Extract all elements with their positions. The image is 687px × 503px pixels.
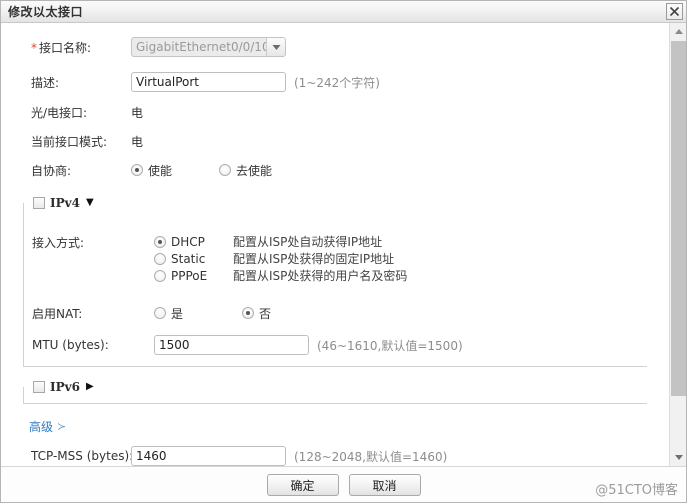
close-button[interactable]	[666, 3, 683, 20]
ipv4-section-title: IPv4	[50, 196, 80, 210]
tcp-mss-input[interactable]	[131, 446, 286, 466]
triangle-down-icon	[674, 455, 683, 460]
current-mode-value: 电	[131, 134, 144, 149]
row-current-mode: 当前接口模式: 电	[1, 130, 667, 152]
ok-button[interactable]: 确定	[266, 474, 339, 496]
cancel-button[interactable]: 取消	[348, 474, 421, 496]
auto-negotiation-radio-disable[interactable]: 去使能	[219, 162, 272, 179]
form-content: *接口名称: GigabitEthernet0/0/10 描述: (1~24	[1, 23, 667, 466]
access-mode-option-static[interactable]: Static 配置从ISP处获得的固定IP地址	[154, 250, 647, 267]
row-enable-nat: 启用NAT: 是 否	[24, 302, 647, 324]
access-mode-option-pppoe[interactable]: PPPoE 配置从ISP处获得的用户名及密码	[154, 267, 647, 284]
enable-nat-radio-yes[interactable]: 是	[154, 305, 242, 322]
dialog-title: 修改以太接口	[8, 5, 84, 19]
current-mode-label: 当前接口模式:	[31, 134, 108, 149]
scrollbar-down-button[interactable]	[670, 449, 686, 466]
radio-dot-icon	[219, 164, 231, 176]
radio-dot-icon	[242, 307, 254, 319]
auto-negotiation-label: 自协商:	[31, 163, 72, 178]
advanced-toggle-link[interactable]: 高级 ≻	[29, 418, 66, 435]
enable-nat-label: 启用NAT:	[32, 306, 83, 321]
row-auto-negotiation: 自协商: 使能 去使能	[1, 159, 667, 181]
radio-dot-icon	[131, 164, 143, 176]
triangle-right-icon[interactable]: ▶	[86, 382, 94, 392]
ipv6-legend: IPv6 ▶	[30, 380, 99, 394]
chevron-down-icon	[266, 38, 285, 56]
ipv4-enable-checkbox[interactable]	[33, 197, 45, 209]
ipv6-enable-checkbox[interactable]	[33, 381, 45, 393]
advanced-label: 高级	[29, 420, 54, 434]
description-hint: (1~242个字符)	[294, 75, 380, 90]
enable-nat-radio-no[interactable]: 否	[242, 305, 271, 322]
description-label: 描述:	[31, 75, 60, 90]
chevrons-down-icon: ≻	[57, 420, 67, 433]
ipv6-section-title: IPv6	[50, 380, 80, 394]
row-mtu: MTU (bytes): (46~1610,默认值=1500)	[24, 334, 647, 356]
interface-name-select-value: GigabitEthernet0/0/10	[131, 37, 286, 57]
ipv4-section-body: 接入方式: DHCP 配置从ISP处自动获得IP地址 Static 配置从ISP…	[24, 233, 647, 366]
ipv4-legend: IPv4 ▼	[30, 196, 99, 210]
optical-electrical-value: 电	[131, 105, 144, 120]
radio-dot-icon	[154, 252, 166, 265]
ipv6-section: IPv6 ▶	[23, 380, 647, 404]
scrollbar-up-button[interactable]	[670, 23, 686, 40]
modify-ethernet-interface-dialog: 修改以太接口 * 接口名称: GigabitEthernet0/0/10 描述:…	[0, 0, 687, 503]
triangle-down-icon[interactable]: ▼	[86, 198, 94, 208]
ipv4-section: IPv4 ▼ 接入方式: DHCP 配置从ISP处自动获得IP地址 Static…	[23, 196, 647, 367]
required-mark: *	[31, 40, 37, 55]
triangle-up-icon	[674, 29, 683, 34]
mtu-input[interactable]	[154, 335, 309, 355]
scrollbar-thumb[interactable]	[671, 41, 686, 396]
description-input[interactable]	[131, 72, 286, 92]
row-tcp-mss: TCP-MSS (bytes): (128~2048,默认值=1460)	[1, 445, 667, 466]
mtu-label: MTU (bytes):	[32, 338, 109, 352]
row-interface-name: * 接口名称: GigabitEthernet0/0/10	[1, 36, 667, 58]
interface-name-label: * 接口名称:	[31, 40, 92, 55]
access-mode-label: 接入方式:	[32, 236, 85, 250]
tcp-mss-hint: (128~2048,默认值=1460)	[294, 449, 448, 464]
access-mode-option-dhcp[interactable]: DHCP 配置从ISP处自动获得IP地址	[154, 233, 647, 250]
watermark: @51CTO博客	[595, 483, 678, 498]
tcp-mss-label: TCP-MSS (bytes):	[31, 449, 134, 463]
radio-dot-icon	[154, 307, 166, 319]
interface-name-select[interactable]: GigabitEthernet0/0/10	[131, 37, 286, 57]
radio-dot-icon	[154, 269, 166, 282]
dialog-body: *接口名称: GigabitEthernet0/0/10 描述: (1~24	[1, 23, 686, 466]
row-optical-electrical: 光/电接口: 电	[1, 101, 667, 123]
vertical-scrollbar[interactable]	[669, 23, 686, 466]
mtu-hint: (46~1610,默认值=1500)	[317, 338, 463, 353]
dialog-titlebar: 修改以太接口	[1, 1, 686, 23]
dialog-footer: 确定 取消 @51CTO博客	[1, 466, 686, 502]
optical-electrical-label: 光/电接口:	[31, 105, 88, 120]
close-icon	[669, 6, 680, 17]
radio-dot-icon	[154, 235, 166, 248]
auto-negotiation-radio-enable[interactable]: 使能	[131, 162, 219, 179]
row-access-mode: 接入方式: DHCP 配置从ISP处自动获得IP地址 Static 配置从ISP…	[24, 233, 647, 284]
row-description: 描述: (1~242个字符)	[1, 71, 667, 93]
